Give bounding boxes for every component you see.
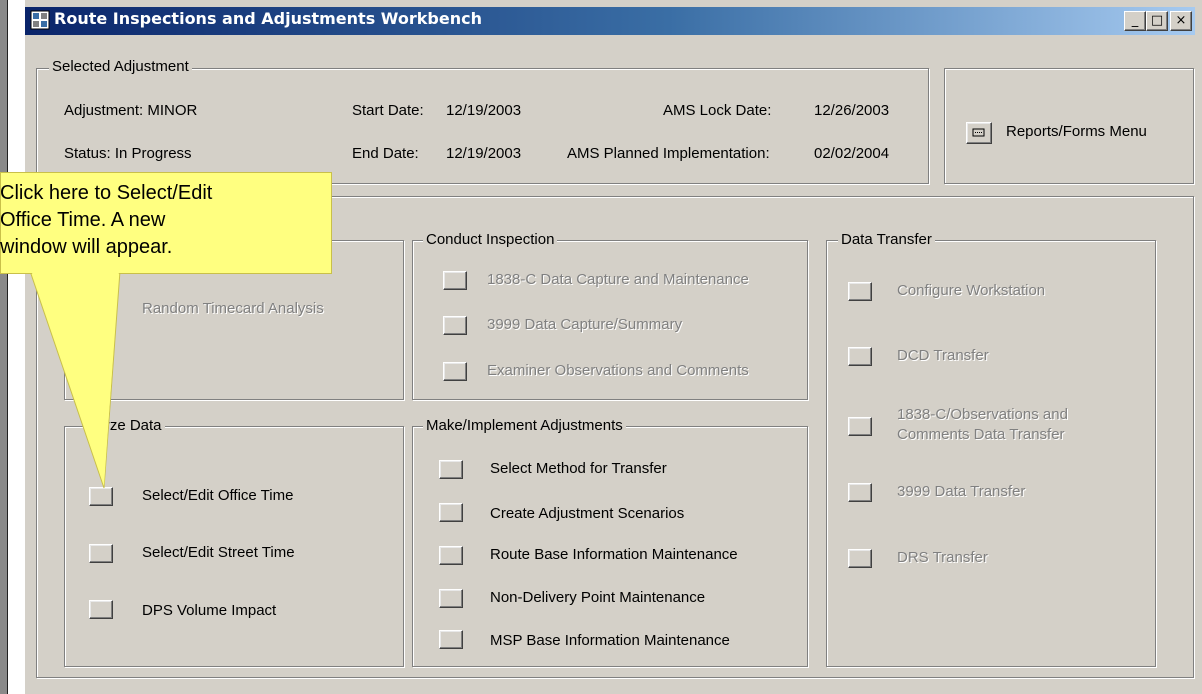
data-capture-3999-button [443,316,467,335]
data-capture-3999-label: 3999 Data Capture/Summary [487,316,683,333]
select-method-transfer-label: Select Method for Transfer [490,460,667,477]
make-implement-title: Make/Implement Adjustments [423,417,626,434]
dps-volume-impact-button[interactable] [89,600,113,619]
observations-data-transfer-label: 1838-C/Observations and Comments Data Tr… [897,406,1068,443]
observations-data-transfer-button [848,417,872,436]
configure-workstation-button [848,282,872,301]
msp-base-info-label: MSP Base Information Maintenance [490,632,730,649]
ams-planned-implementation-label: AMS Planned Implementation: [567,145,770,162]
end-date-value: 12/19/2003 [446,145,522,162]
select-edit-street-time-label: Select/Edit Street Time [142,544,295,561]
configure-workstation-label: Configure Workstation [897,282,1046,299]
data-transfer-group [826,240,1156,667]
drs-transfer-label: DRS Transfer [897,549,988,566]
minimize-button[interactable]: _ [1124,11,1146,31]
reports-forms-menu-button[interactable] [966,122,992,144]
non-delivery-point-label: Non-Delivery Point Maintenance [490,589,706,606]
data-capture-1838c-label: 1838-C Data Capture and Maintenance [487,271,749,288]
examiner-observations-button [443,362,467,381]
examiner-observations-label: Examiner Observations and Comments [487,362,749,379]
data-transfer-title: Data Transfer [838,231,935,248]
route-base-info-button[interactable] [439,546,463,565]
dps-volume-impact-label: DPS Volume Impact [142,602,277,619]
non-delivery-point-button[interactable] [439,589,463,608]
data-transfer-3999-button [848,483,872,502]
msp-base-info-button[interactable] [439,630,463,649]
drs-transfer-button [848,549,872,568]
dcd-transfer-label: DCD Transfer [897,347,989,364]
data-transfer-3999-label: 3999 Data Transfer [897,483,1026,500]
conduct-inspection-title: Conduct Inspection [423,231,558,248]
ams-planned-implementation-value: 02/02/2004 [814,145,890,162]
data-capture-1838c-button [443,271,467,290]
maximize-button[interactable]: □ [1146,11,1168,31]
callout-text: Click here to Select/Edit Office Time. A… [0,182,213,258]
ams-lock-date-value: 12/26/2003 [814,102,890,119]
close-button[interactable]: × [1170,11,1192,31]
start-date-value: 12/19/2003 [446,102,522,119]
create-adjustment-scenarios-button[interactable] [439,503,463,522]
select-edit-street-time-button[interactable] [89,544,113,563]
menu-icon [972,128,985,137]
select-method-transfer-button[interactable] [439,460,463,479]
dcd-transfer-button [848,347,872,366]
create-adjustment-scenarios-label: Create Adjustment Scenarios [490,505,685,522]
route-base-info-label: Route Base Information Maintenance [490,546,738,563]
ams-lock-date-label: AMS Lock Date: [663,102,772,119]
reports-forms-menu-label: Reports/Forms Menu [1006,123,1147,140]
